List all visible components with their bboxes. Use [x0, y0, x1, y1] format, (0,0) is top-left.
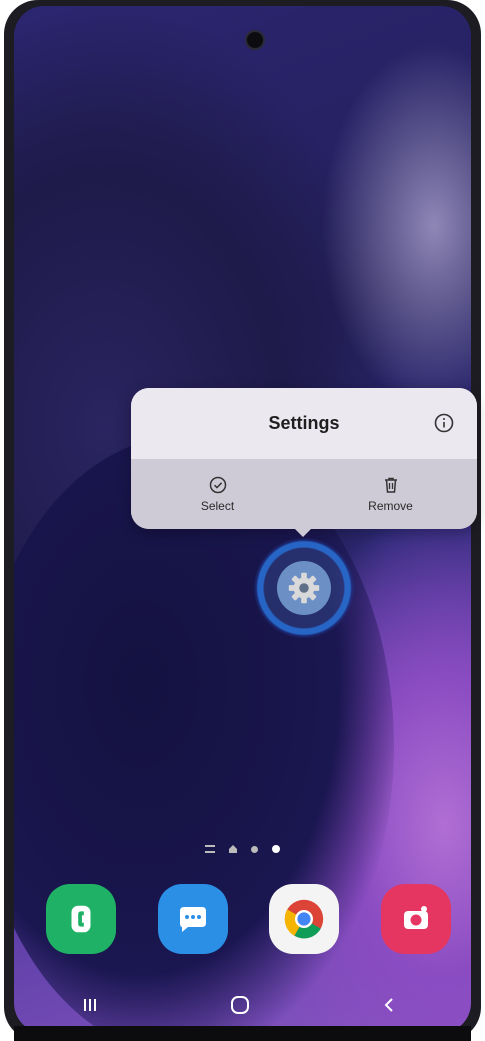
- home-button[interactable]: [220, 990, 260, 1020]
- navigation-bar: [70, 990, 410, 1020]
- context-menu-pointer: [293, 527, 313, 537]
- phone-icon: [71, 905, 91, 933]
- gear-icon: [277, 561, 331, 615]
- home-page-icon: [229, 845, 237, 853]
- settings-app-icon[interactable]: [253, 537, 355, 639]
- menu-page-icon: [205, 845, 215, 853]
- page-dot-active: [272, 845, 280, 853]
- phone-app[interactable]: [46, 884, 116, 954]
- chrome-icon: [285, 899, 324, 939]
- recents-icon: [84, 999, 96, 1011]
- recents-button[interactable]: [70, 990, 110, 1020]
- camera-app[interactable]: [380, 884, 451, 954]
- context-menu-header: Settings: [131, 388, 477, 459]
- app-context-menu: Settings Select Remove: [131, 388, 477, 529]
- back-icon: [384, 998, 393, 1012]
- page-indicator[interactable]: [205, 843, 280, 855]
- messages-icon: [179, 907, 206, 932]
- context-menu-title: Settings: [268, 413, 340, 433]
- remove-button[interactable]: Remove: [304, 459, 477, 529]
- messages-app[interactable]: [157, 884, 228, 954]
- home-icon: [231, 996, 249, 1014]
- info-icon[interactable]: [433, 412, 455, 434]
- camera-icon: [403, 906, 428, 929]
- phone-bottom-bezel: [14, 1026, 471, 1041]
- remove-label: Remove: [368, 499, 413, 513]
- front-camera: [245, 30, 265, 50]
- trash-icon: [384, 477, 397, 493]
- back-button[interactable]: [370, 990, 410, 1020]
- check-circle-icon: [209, 476, 226, 494]
- select-button[interactable]: Select: [131, 459, 304, 529]
- chrome-app[interactable]: [269, 884, 340, 954]
- context-menu-actions: Select Remove: [131, 459, 477, 529]
- app-dock: [46, 884, 451, 956]
- page-dot: [251, 845, 258, 853]
- select-label: Select: [200, 499, 235, 513]
